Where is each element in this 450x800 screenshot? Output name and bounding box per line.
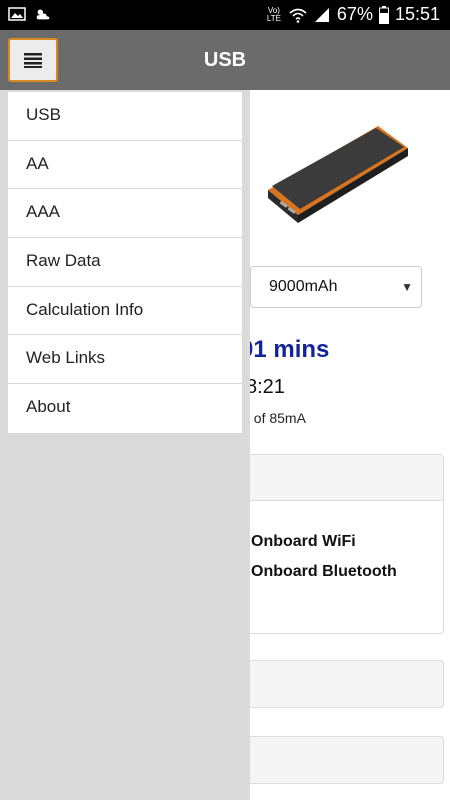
- nav-item-raw-data[interactable]: Raw Data: [8, 238, 242, 287]
- battery-icon: [378, 5, 389, 24]
- battery-percent: 67%: [336, 4, 373, 24]
- signal-icon: [314, 7, 329, 22]
- status-bar: Vo) LTE 67% 15:51: [0, 0, 450, 30]
- nav-menu: USB AA AAA Raw Data Calculation Info Web…: [8, 92, 242, 433]
- nav-item-calculation-info[interactable]: Calculation Info: [8, 287, 242, 336]
- options-panel-header: [237, 455, 443, 501]
- nav-item-aaa[interactable]: AAA: [8, 189, 242, 239]
- menu-button[interactable]: [8, 38, 58, 82]
- gallery-icon: [8, 7, 26, 21]
- network-label: Vo) LTE: [266, 5, 281, 23]
- runtime-text: 01 mins: [240, 336, 330, 363]
- nav-item-aa[interactable]: AA: [8, 141, 242, 190]
- wifi-icon: [289, 8, 307, 23]
- nav-item-web-links[interactable]: Web Links: [8, 335, 242, 385]
- app-bar: USB: [0, 30, 450, 90]
- clock: 15:51: [394, 4, 440, 24]
- nav-item-usb[interactable]: USB: [8, 92, 242, 141]
- nav-drawer: USB AA AAA Raw Data Calculation Info Web…: [0, 90, 250, 800]
- capacity-select-value: 9000mAh: [269, 278, 338, 295]
- hamburger-icon: [24, 53, 42, 68]
- dropdown-arrow-icon: ▼: [401, 280, 413, 294]
- weather-icon: [36, 9, 50, 20]
- option-onboard-wifi[interactable]: Onboard WiFi: [251, 533, 443, 551]
- end-time-text: 8:21: [246, 376, 285, 398]
- power-bank-image: [268, 126, 408, 223]
- option-onboard-bluetooth[interactable]: Onboard Bluetooth: [251, 563, 443, 581]
- collapsed-panel-1[interactable]: [236, 660, 444, 708]
- capacity-select[interactable]: 9000mAh ▼: [250, 266, 422, 308]
- options-panel: Onboard WiFi Onboard Bluetooth: [236, 454, 444, 634]
- page-title: USB: [203, 49, 247, 71]
- collapsed-panel-2[interactable]: [236, 736, 444, 784]
- nav-item-about[interactable]: About: [8, 384, 242, 433]
- current-draw-text: t of 85mA: [246, 410, 306, 426]
